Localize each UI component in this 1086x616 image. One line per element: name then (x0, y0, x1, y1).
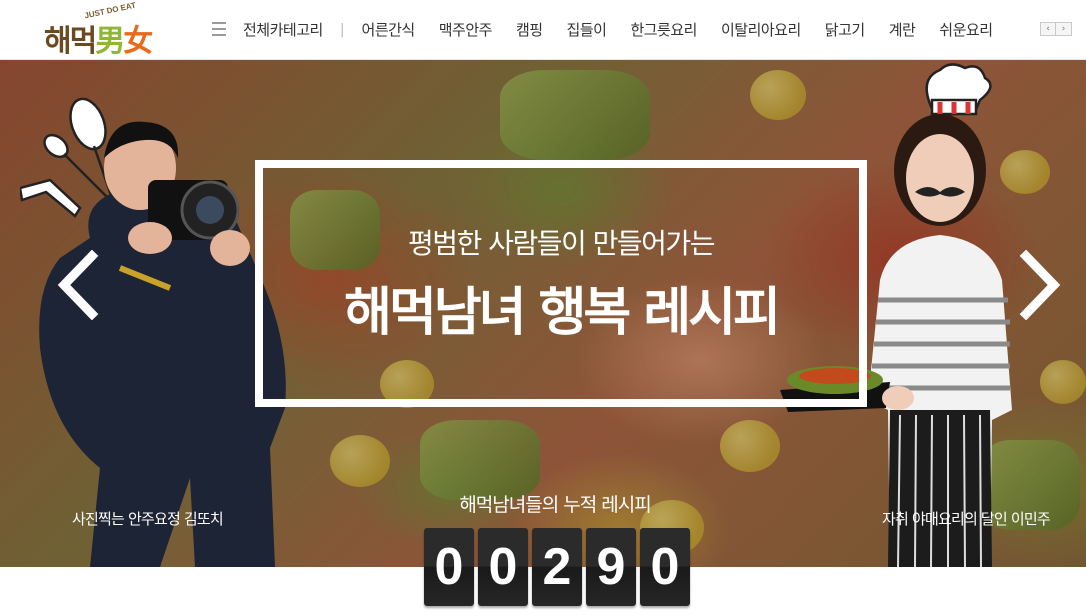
recipe-counter-label: 해먹남녀들의 누적 레시피 (459, 494, 651, 516)
nav-item-camping[interactable]: 캠핑 (516, 19, 543, 40)
site-header: JUST DO EAT 해먹男女 전체카테고리 | 어른간식 맥주안주 캠핑 집… (0, 0, 1086, 60)
counter-digit: 0 (640, 528, 690, 606)
nav-item-easy-recipe[interactable]: 쉬운요리 (939, 19, 993, 40)
hero-title: 해먹남녀 행복 레시피 (344, 283, 781, 343)
logo-text-part2: 男 (95, 24, 125, 59)
nav-item-housewarming[interactable]: 집들이 (567, 19, 607, 40)
hero-subtitle: 평범한 사람들이 만들어가는 (408, 227, 715, 260)
nav-item-egg[interactable]: 계란 (889, 19, 916, 40)
counter-digit: 2 (532, 528, 582, 606)
nav-scroll-controls: ‹ › (1040, 22, 1072, 36)
nav-item-italian[interactable]: 이탈리아요리 (721, 19, 801, 40)
counter-digit: 0 (424, 528, 474, 606)
logo-text-part1: 해먹 (44, 24, 97, 59)
site-logo[interactable]: JUST DO EAT 해먹男女 (44, 1, 174, 59)
counter-digit: 0 (478, 528, 528, 606)
logo-text-part3: 女 (123, 24, 153, 59)
chevron-left-icon[interactable] (56, 250, 100, 320)
nav-prev-button[interactable]: ‹ (1040, 22, 1056, 36)
nav-separator: | (339, 21, 345, 38)
nav-item-beer-snack[interactable]: 맥주안주 (439, 19, 493, 40)
logo-text: 해먹男女 (44, 16, 153, 60)
nav-next-button[interactable]: › (1056, 22, 1072, 36)
counter-digit: 9 (586, 528, 636, 606)
chevron-right-icon[interactable] (1018, 250, 1062, 320)
right-person-caption: 자취 야매요리의 달인 이민주 (882, 510, 1051, 528)
hero-banner: 사진찍는 안주요정 김또치 자취 야매요리의 달인 이민주 평범한 사람들이 만… (0, 60, 1086, 567)
left-person-caption: 사진찍는 안주요정 김또치 (72, 510, 224, 528)
category-nav: 전체카테고리 | 어른간식 맥주안주 캠핑 집들이 한그릇요리 이탈리아요리 닭… (243, 19, 1017, 40)
nav-item-all-categories[interactable]: 전체카테고리 (243, 19, 323, 40)
nav-item-one-bowl[interactable]: 한그릇요리 (630, 19, 697, 40)
recipe-counter: 0 0 2 9 0 (424, 528, 694, 606)
hamburger-icon[interactable] (212, 22, 226, 36)
nav-item-chicken[interactable]: 닭고기 (825, 19, 865, 40)
nav-item-adult-snack[interactable]: 어른간식 (362, 19, 416, 40)
